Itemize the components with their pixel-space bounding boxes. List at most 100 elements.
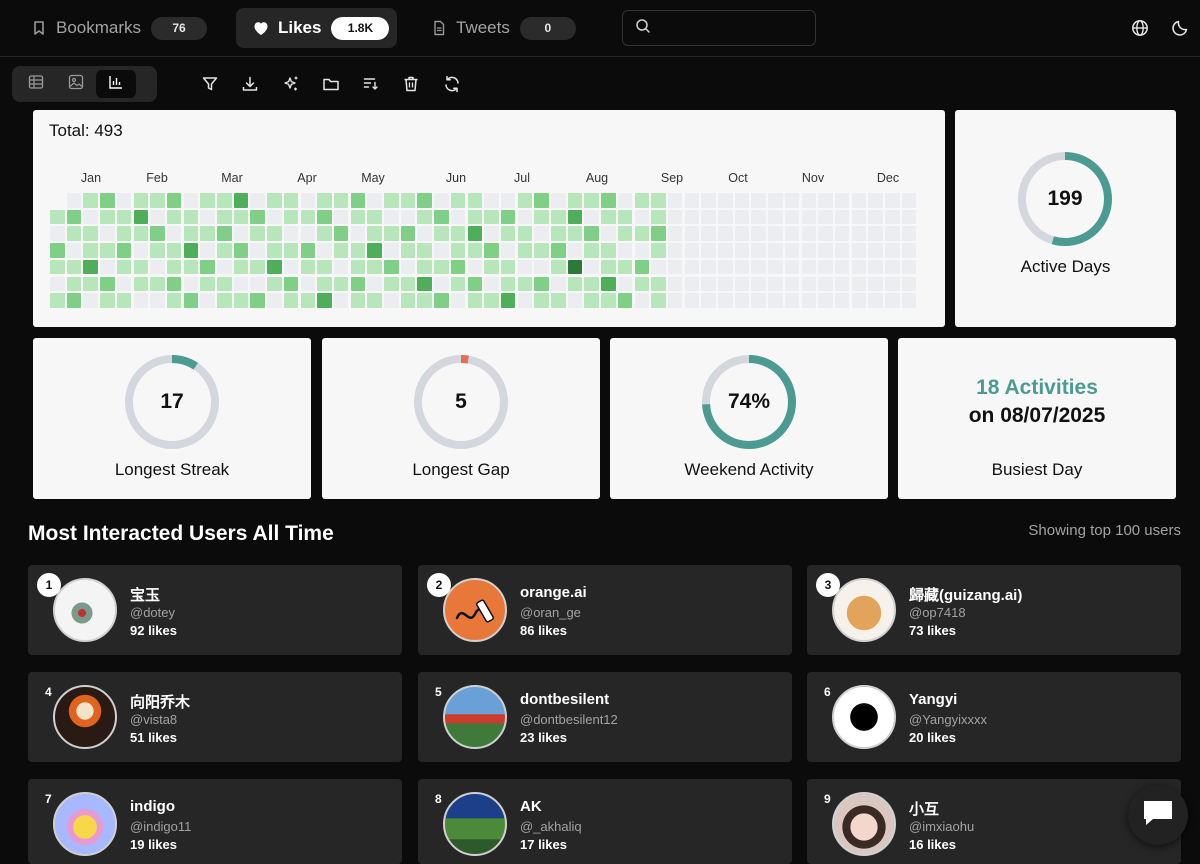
heatmap-cell [718, 193, 733, 208]
heatmap-cell [150, 209, 165, 225]
folder-icon[interactable] [319, 72, 343, 96]
heatmap-cell [567, 293, 583, 308]
sparkle-icon[interactable] [279, 72, 303, 96]
heatmap-cell [150, 243, 165, 258]
month-label: Apr [297, 171, 317, 185]
heatmap-cell [584, 209, 599, 225]
heatmap-cell [250, 293, 265, 308]
heatmap-cell [718, 276, 733, 291]
heatmap-cell [868, 243, 883, 258]
section-title: Most Interacted Users All Time [28, 522, 334, 545]
heatmap-cell [400, 259, 416, 275]
user-card[interactable]: 5 dontbesilent @dontbesilent12 23 likes [418, 672, 792, 762]
heatmap-cell [450, 259, 466, 275]
user-handle: @dotey [130, 605, 175, 620]
heatmap-cell [267, 276, 282, 291]
user-card[interactable]: 6 Yangyi @Yangyixxxx 20 likes [807, 672, 1181, 762]
heatmap-cell [217, 276, 232, 291]
heatmap-cell [584, 276, 599, 291]
heatmap-cell [768, 243, 783, 258]
heatmap-cell [901, 226, 917, 241]
heatmap-cell [484, 259, 499, 275]
user-card[interactable]: 9 小互 @imxiaohu 16 likes [807, 779, 1181, 864]
heatmap-cell [166, 193, 182, 208]
heatmap-cell [116, 193, 132, 208]
heatmap-cell [417, 209, 432, 225]
user-card[interactable]: 2 orange.ai @oran_ge 86 likes [418, 565, 792, 655]
heatmap-cell [718, 293, 733, 308]
user-card[interactable]: 7 indigo @indigo11 19 likes [28, 779, 402, 864]
heatmap-cell [768, 193, 783, 208]
heatmap-cell [400, 243, 416, 258]
heatmap-cell [801, 209, 816, 225]
tab-tweets[interactable]: Tweets 0 [414, 8, 588, 48]
heatmap-cell [667, 193, 683, 208]
busiest-day-label: Busiest Day [991, 460, 1083, 479]
month-label: Mar [221, 171, 243, 185]
cat-avatar [832, 578, 896, 642]
chat-button[interactable] [1128, 785, 1188, 845]
longest-gap-card: 5 Longest Gap [322, 338, 600, 499]
heatmap-cell [233, 276, 249, 291]
heatmap-cell [500, 293, 516, 308]
heatmap-cell [66, 226, 82, 241]
heatmap-cell [267, 243, 282, 258]
heatmap-cell [818, 276, 833, 291]
refresh-icon[interactable] [440, 72, 464, 96]
user-rank: 5 [435, 685, 442, 699]
user-name: AK [520, 798, 542, 815]
heatmap-cell [333, 276, 349, 291]
heatmap-cell [500, 226, 516, 241]
heatmap-cell [250, 243, 265, 258]
search-box[interactable] [622, 10, 816, 46]
heatmap-cell [601, 226, 616, 241]
trash-icon[interactable] [399, 72, 423, 96]
heatmap-cell [851, 259, 867, 275]
heatmap-cell [50, 293, 65, 308]
heatmap-cell [66, 276, 82, 291]
sort-icon[interactable] [359, 72, 383, 96]
user-card[interactable]: 3 歸藏(guizang.ai) @op7418 73 likes [807, 565, 1181, 655]
heatmap-cell [417, 293, 432, 308]
weekend-activity-card: 74% Weekend Activity [610, 338, 888, 499]
heatmap-cell [534, 193, 549, 208]
heatmap-cell [701, 276, 716, 291]
silhouette-avatar [832, 685, 896, 749]
heatmap-cell [851, 193, 867, 208]
heatmap-cell [801, 293, 816, 308]
heatmap-cell [267, 259, 282, 275]
heatmap-cell [66, 259, 82, 275]
search-icon [635, 18, 651, 39]
heatmap-cell [551, 293, 566, 308]
heatmap-cell [500, 193, 516, 208]
user-likes: 20 likes [909, 730, 956, 745]
table-view-button[interactable] [16, 70, 56, 98]
cartoon-avatar [53, 792, 117, 856]
heatmap-cell [467, 243, 482, 258]
user-card[interactable]: 1 宝玉 @dotey 92 likes [28, 565, 402, 655]
download-icon[interactable] [238, 72, 262, 96]
moon-icon[interactable] [1169, 17, 1191, 39]
heatmap-cell [350, 293, 366, 308]
search-input[interactable] [659, 20, 809, 36]
tab-likes[interactable]: Likes 1.8K [236, 8, 397, 48]
heatmap-cell [617, 243, 633, 258]
user-name: indigo [130, 798, 175, 815]
heatmap-cell [384, 243, 399, 258]
heatmap-cell [300, 276, 315, 291]
heatmap-cell [350, 209, 366, 225]
heatmap-cell [868, 209, 883, 225]
gallery-view-button[interactable] [56, 70, 96, 98]
globe-icon[interactable] [1129, 17, 1151, 39]
heatmap-cell [317, 226, 332, 241]
heatmap-cell [851, 276, 867, 291]
user-card[interactable]: 4 向阳乔木 @vista8 51 likes [28, 672, 402, 762]
heatmap-cell [534, 293, 549, 308]
heatmap-cell [150, 193, 165, 208]
tab-bookmarks[interactable]: Bookmarks 76 [14, 8, 219, 48]
user-card[interactable]: 8 AK @_akhaliq 17 likes [418, 779, 792, 864]
filter-icon[interactable] [198, 72, 222, 96]
chart-view-button[interactable] [96, 70, 136, 98]
heatmap-cell [784, 193, 800, 208]
heatmap-cell [718, 226, 733, 241]
